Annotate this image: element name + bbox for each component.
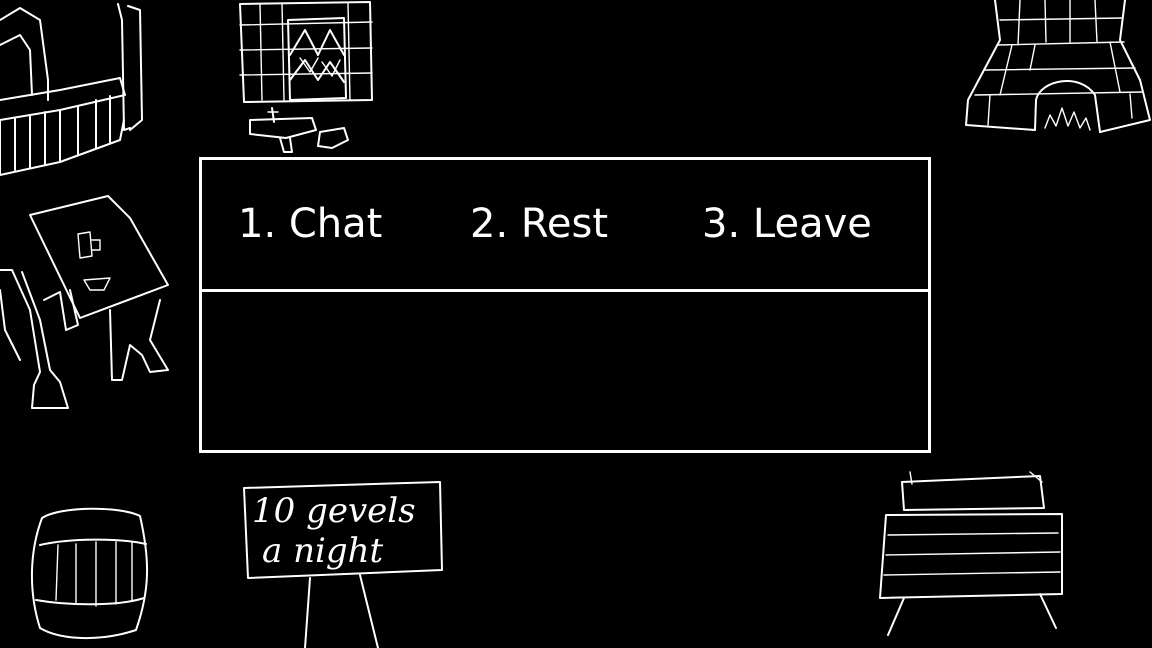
chest-drawing [879, 471, 1063, 636]
barrel-drawing [30, 507, 149, 640]
sign-line-2: a night [262, 531, 384, 571]
price-sign-drawing: 10 gevels a night [243, 481, 443, 648]
sign-line-1: 10 gevels [252, 491, 416, 531]
window-drawing [239, 1, 373, 153]
chat-option[interactable]: 1. Chat [238, 198, 382, 250]
table-drawing [0, 195, 169, 409]
message-box [199, 289, 931, 453]
fireplace-drawing [965, 0, 1151, 133]
rest-option[interactable]: 2. Rest [470, 198, 608, 250]
leave-option[interactable]: 3. Leave [702, 198, 872, 250]
tavern-scene: 10 gevels a night 1. Chat 2. Rest 3. Lea… [0, 0, 1152, 648]
action-menu: 1. Chat 2. Rest 3. Leave [199, 157, 931, 293]
bed-drawing [0, 3, 143, 176]
